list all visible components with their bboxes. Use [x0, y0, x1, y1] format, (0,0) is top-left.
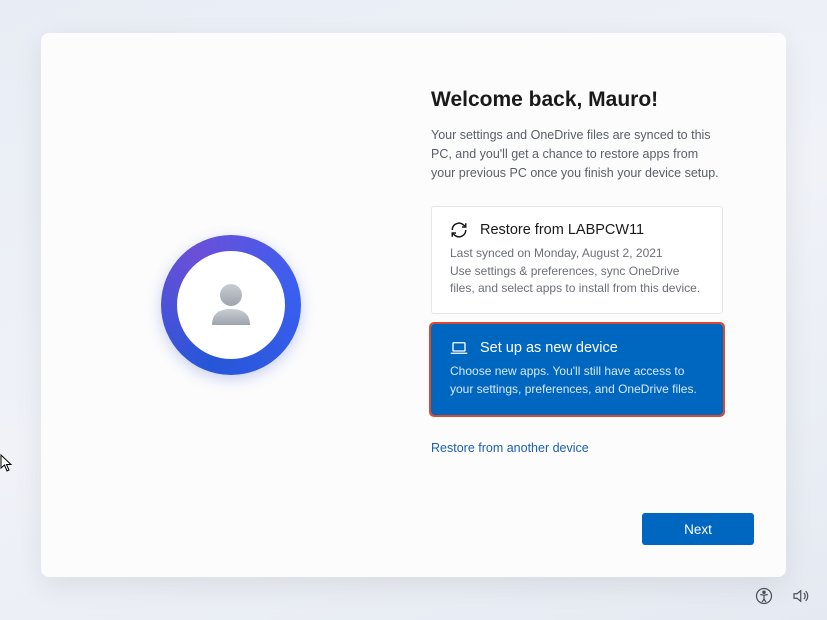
mouse-cursor	[0, 454, 14, 472]
page-title: Welcome back, Mauro!	[431, 88, 754, 112]
volume-icon[interactable]	[791, 587, 809, 610]
taskbar-icons	[755, 587, 809, 610]
option-restore[interactable]: Restore from LABPCW11 Last synced on Mon…	[431, 206, 723, 314]
page-subtitle: Your settings and OneDrive files are syn…	[431, 126, 721, 182]
option-head: Set up as new device	[450, 339, 704, 357]
oobe-window: Welcome back, Mauro! Your settings and O…	[41, 33, 786, 577]
option-new-desc: Choose new apps. You'll still have acces…	[450, 363, 704, 398]
option-restore-desc: Last synced on Monday, August 2, 2021 Us…	[450, 245, 704, 297]
sync-icon	[450, 221, 468, 239]
option-restore-title: Restore from LABPCW11	[480, 222, 644, 238]
restore-line1: Last synced on Monday, August 2, 2021	[450, 246, 663, 260]
laptop-icon	[450, 339, 468, 357]
accessibility-icon[interactable]	[755, 587, 773, 610]
restore-line2: Use settings & preferences, sync OneDriv…	[450, 264, 700, 295]
option-new-device[interactable]: Set up as new device Choose new apps. Yo…	[431, 324, 723, 415]
footer: Next	[431, 513, 754, 547]
right-pane: Welcome back, Mauro! Your settings and O…	[421, 33, 786, 577]
left-pane	[41, 33, 421, 577]
option-head: Restore from LABPCW11	[450, 221, 704, 239]
avatar-ring	[161, 235, 301, 375]
next-button[interactable]: Next	[642, 513, 754, 545]
restore-another-device-link[interactable]: Restore from another device	[431, 441, 754, 455]
option-new-title: Set up as new device	[480, 340, 618, 356]
person-icon	[201, 275, 261, 335]
avatar-inner	[177, 251, 285, 359]
